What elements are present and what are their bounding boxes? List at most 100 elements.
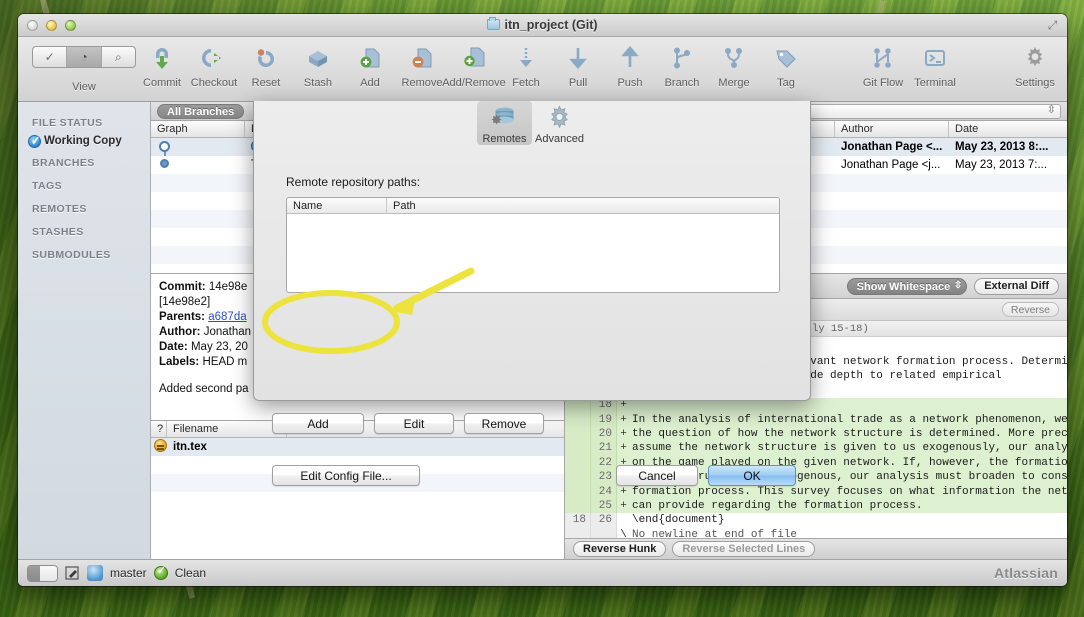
sidebar-section-remotes[interactable]: REMOTES <box>18 196 150 219</box>
working-copy-icon <box>28 135 41 148</box>
toolbar-checkout[interactable]: Checkout <box>188 42 240 89</box>
commit-date: May 23, 2013 8:... <box>949 138 1067 156</box>
sidebar-section-tags[interactable]: TAGS <box>18 173 150 196</box>
edit-config-file-button[interactable]: Edit Config File... <box>272 465 420 486</box>
column-name[interactable]: Name <box>287 198 387 214</box>
sidebar-item-working-copy[interactable]: Working Copy <box>18 133 150 150</box>
toolbar-remove-label: Remove <box>402 77 443 89</box>
git-flow-icon <box>870 42 896 74</box>
diff-sign: \ <box>617 528 630 538</box>
show-whitespace-dropdown[interactable]: Show Whitespace <box>847 278 968 295</box>
status-clean-label: Clean <box>175 566 206 580</box>
toolbar-commit[interactable]: Commit <box>136 42 188 89</box>
window-title-text: itn_project (Git) <box>504 18 597 32</box>
column-status[interactable]: ? <box>151 421 167 437</box>
commit-author: Jonathan Page <... <box>835 138 949 156</box>
all-branches-button[interactable]: All Branches <box>157 104 244 119</box>
detail-author-label: Author: <box>159 326 201 338</box>
toolbar-tag[interactable]: Tag <box>760 42 812 89</box>
search-icon[interactable]: ⌕ <box>102 47 135 67</box>
reverse-file-button[interactable]: Reverse <box>1002 302 1059 317</box>
detail-labels-label: Labels: <box>159 356 199 368</box>
folder-icon <box>487 19 500 30</box>
diff-new-lineno: 24 <box>591 485 617 499</box>
toolbar-branch[interactable]: Branch <box>656 42 708 89</box>
clock-icon[interactable]: ◔ <box>67 47 101 67</box>
toolbar-terminal[interactable]: Terminal <box>909 42 961 89</box>
checkout-icon <box>201 42 227 74</box>
diff-text: assume the network structure is given to… <box>630 441 1067 455</box>
edit-remote-button[interactable]: Edit <box>374 413 454 434</box>
column-author[interactable]: Author <box>835 121 949 137</box>
commit-icon <box>149 42 175 74</box>
sidebar-toggle-icon[interactable] <box>27 565 58 582</box>
modified-icon <box>154 439 167 452</box>
status-bar: master Clean Atlassian <box>18 559 1067 586</box>
commit-graph-cell <box>151 156 245 174</box>
reset-icon <box>253 42 279 74</box>
tab-advanced[interactable]: Advanced <box>532 101 587 145</box>
column-filename[interactable]: Filename <box>167 421 287 437</box>
tab-remotes-label: Remotes <box>482 133 526 145</box>
toolbar-add-remove[interactable]: Add/Remove <box>448 42 500 89</box>
sidebar-section-submodules[interactable]: SUBMODULES <box>18 242 150 265</box>
atlassian-brand: Atlassian <box>994 565 1058 581</box>
list-item-empty <box>151 492 564 510</box>
toolbar-stash[interactable]: Stash <box>292 42 344 89</box>
column-path[interactable]: Path <box>387 198 779 214</box>
file-name: itn.tex <box>167 438 287 456</box>
add-remote-button[interactable]: Add <box>272 413 364 434</box>
remove-remote-button[interactable]: Remove <box>464 413 544 434</box>
detail-parents-link[interactable]: a687da <box>208 311 246 323</box>
column-graph[interactable]: Graph <box>151 121 245 137</box>
diff-new-lineno: 21 <box>591 441 617 455</box>
commit-author: Jonathan Page <j... <box>835 156 949 174</box>
sidebar-section-stashes[interactable]: STASHES <box>18 219 150 242</box>
checkmark-icon[interactable]: ✓ <box>33 47 67 67</box>
toolbar-push[interactable]: Push <box>604 42 656 89</box>
remote-paths-table[interactable]: Name Path <box>286 197 780 293</box>
gear-icon <box>1022 42 1048 74</box>
status-branch-name[interactable]: master <box>110 566 147 580</box>
window-title: itn_project (Git) <box>18 18 1067 32</box>
toolbar-reset[interactable]: Reset <box>240 42 292 89</box>
external-diff-button[interactable]: External Diff <box>974 278 1059 295</box>
diff-line: 20+the question of how the network struc… <box>565 427 1067 441</box>
diff-old-lineno <box>565 528 591 538</box>
cancel-button[interactable]: Cancel <box>616 465 698 486</box>
edit-icon[interactable] <box>65 566 80 581</box>
toolbar-git-flow[interactable]: Git Flow <box>857 42 909 89</box>
toolbar-terminal-label: Terminal <box>914 77 956 89</box>
diff-line: 25+can provide regarding the formation p… <box>565 499 1067 513</box>
fetch-icon <box>513 42 539 74</box>
sidebar-section-branches[interactable]: BRANCHES <box>18 150 150 173</box>
toolbar-checkout-label: Checkout <box>191 77 237 89</box>
toolbar-fetch[interactable]: Fetch <box>500 42 552 89</box>
toolbar-merge-label: Merge <box>718 77 749 89</box>
toolbar-merge[interactable]: Merge <box>708 42 760 89</box>
diff-old-lineno <box>565 456 591 470</box>
diff-new-lineno: 22 <box>591 456 617 470</box>
toolbar-settings-label: Settings <box>1015 77 1055 89</box>
column-date[interactable]: Date <box>949 121 1067 137</box>
pull-icon <box>565 42 591 74</box>
reverse-hunk-button[interactable]: Reverse Hunk <box>573 541 666 557</box>
remote-table-body[interactable] <box>287 214 779 292</box>
toolbar-pull[interactable]: Pull <box>552 42 604 89</box>
graph-node <box>159 141 170 152</box>
file-status-cell <box>151 438 167 456</box>
toolbar-add[interactable]: Add <box>344 42 396 89</box>
toolbar-remove[interactable]: Remove <box>396 42 448 89</box>
toolbar-settings[interactable]: Settings <box>1009 42 1061 89</box>
view-segmented-control[interactable]: ✓ ◔ ⌕ <box>32 46 136 68</box>
terminal-icon <box>922 42 948 74</box>
fullscreen-icon[interactable]: ⤢ <box>1046 19 1059 32</box>
ok-button[interactable]: OK <box>708 465 796 486</box>
detail-commit-label: Commit: <box>159 281 206 293</box>
sheet-tab-bar: Remotes Advanced <box>254 101 810 151</box>
remote-paths-label: Remote repository paths: <box>286 175 420 189</box>
list-item[interactable]: itn.tex <box>151 438 564 456</box>
advanced-gear-icon <box>546 103 573 132</box>
sidebar-section-file-status: FILE STATUS <box>18 110 150 133</box>
tab-remotes[interactable]: Remotes <box>477 101 532 145</box>
